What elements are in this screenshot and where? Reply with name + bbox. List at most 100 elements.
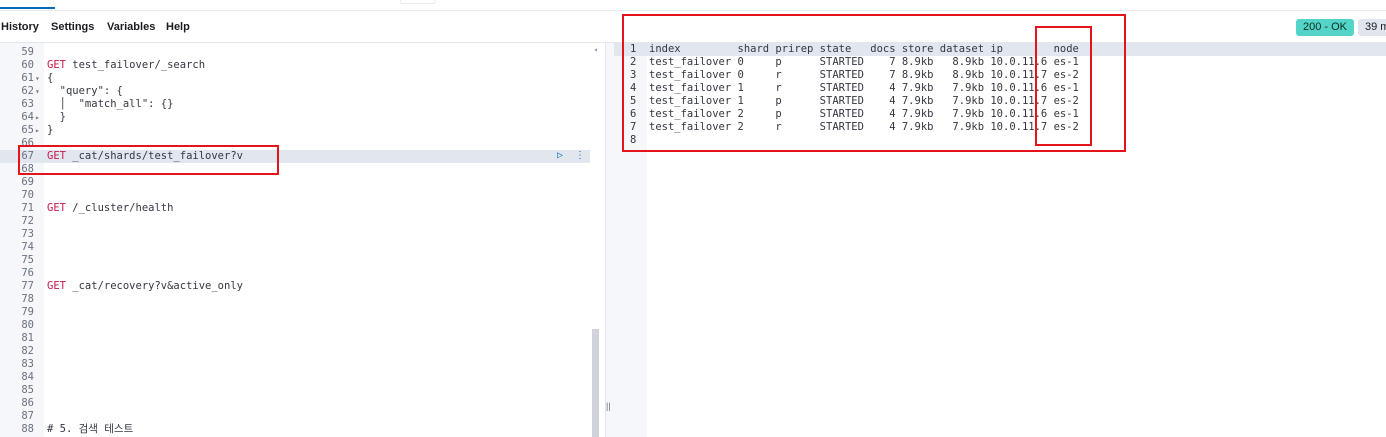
response-line[interactable]: 1 index shard prirep state docs store dat…	[614, 43, 1386, 56]
line-number: 2	[630, 56, 637, 68]
status-badge: 200 - OK	[1296, 19, 1355, 36]
code-content: _cat/recovery?v&active_only	[65, 280, 243, 292]
line-number: 59	[21, 46, 34, 58]
response-line[interactable]: 4 test_failover 1 r STARTED 4 7.9kb 7.9kb…	[614, 82, 1386, 95]
request-line[interactable]: 87	[0, 410, 590, 423]
menu-history[interactable]: History	[1, 21, 39, 33]
line-number: 69	[21, 176, 34, 188]
active-tab-indicator	[0, 7, 55, 9]
request-line[interactable]: 68	[0, 163, 590, 176]
code-content: # 5. 검색 테스트	[47, 423, 134, 435]
request-line[interactable]: 82	[0, 345, 590, 358]
request-line[interactable]: 63 │ "match_all": {}	[0, 98, 590, 111]
request-line[interactable]: 59	[0, 46, 590, 59]
fold-toggle-icon[interactable]: ▸	[35, 124, 40, 137]
request-line[interactable]: 67 GET _cat/shards/test_failover?v ▷ ⋮	[0, 150, 590, 163]
line-number: 79	[21, 306, 34, 318]
request-line[interactable]: 84	[0, 371, 590, 384]
line-number: 80	[21, 319, 34, 331]
menu-help[interactable]: Help	[166, 21, 190, 33]
menu-variables[interactable]: Variables	[107, 21, 155, 33]
request-scrollbar[interactable]	[592, 329, 599, 437]
line-number: 71	[21, 202, 34, 214]
request-line[interactable]: 86	[0, 397, 590, 410]
response-line[interactable]: 7 test_failover 2 r STARTED 4 7.9kb 7.9kb…	[614, 121, 1386, 134]
request-line[interactable]: 72	[0, 215, 590, 228]
line-number: 1	[630, 43, 637, 55]
request-line[interactable]: 79	[0, 306, 590, 319]
menu-settings[interactable]: Settings	[51, 21, 94, 33]
line-number: 85	[21, 384, 34, 396]
request-line[interactable]: 74	[0, 241, 590, 254]
request-line[interactable]: 88 # 5. 검색 테스트	[0, 423, 590, 436]
request-line[interactable]: 69	[0, 176, 590, 189]
request-line[interactable]: 62 ▾ "query": {	[0, 85, 590, 98]
response-text: test_failover 0 p STARTED 7 8.9kb 8.9kb …	[649, 56, 1079, 68]
line-number: 75	[21, 254, 34, 266]
tab-stub	[400, 0, 436, 4]
request-line[interactable]: 75	[0, 254, 590, 267]
request-line[interactable]: 83	[0, 358, 590, 371]
line-number: 4	[630, 82, 637, 94]
line-number: 65	[21, 124, 34, 136]
request-line[interactable]: 71 GET /_cluster/health	[0, 202, 590, 215]
request-line[interactable]: 65 ▸}	[0, 124, 590, 137]
fold-toggle-icon[interactable]: ▸	[35, 111, 40, 124]
request-line[interactable]: 81	[0, 332, 590, 345]
console-menubar: History Settings Variables Help	[0, 12, 1386, 43]
line-number: 82	[21, 345, 34, 357]
response-line[interactable]: 2 test_failover 0 p STARTED 7 8.9kb 8.9kb…	[614, 56, 1386, 69]
code-text: │ "match_all": {}	[47, 98, 174, 111]
line-number: 6	[630, 108, 637, 120]
request-actions-icon[interactable]: ⋮	[575, 150, 585, 162]
request-line[interactable]: 77 GET _cat/recovery?v&active_only	[0, 280, 590, 293]
request-line[interactable]: 61 ▾ {	[0, 72, 590, 85]
response-text: test_failover 0 r STARTED 7 8.9kb 8.9kb …	[649, 69, 1079, 81]
request-line[interactable]: 60 GET test_failover/_search	[0, 59, 590, 72]
code-text: {	[47, 72, 53, 85]
code-text: }	[47, 111, 66, 124]
request-line[interactable]: 85	[0, 384, 590, 397]
code-content: }	[47, 111, 66, 123]
collapse-arrow-icon[interactable]: ◂	[593, 45, 598, 54]
http-method: GET	[47, 59, 66, 71]
run-request-icon[interactable]: ▷	[557, 150, 567, 162]
response-line[interactable]: 5 test_failover 1 p STARTED 4 7.9kb 7.9kb…	[614, 95, 1386, 108]
request-line[interactable]: 64 ▸ }	[0, 111, 590, 124]
response-text: test_failover 2 p STARTED 4 7.9kb 7.9kb …	[649, 108, 1079, 120]
line-number: 88	[21, 423, 34, 435]
line-number: 7	[630, 121, 637, 133]
request-line[interactable]: 76	[0, 267, 590, 280]
request-line[interactable]: 73	[0, 228, 590, 241]
code-content: _cat/shards/test_failover?v	[65, 150, 243, 162]
line-number: 81	[21, 332, 34, 344]
response-line[interactable]: 8	[614, 134, 1386, 147]
line-number: 5	[630, 95, 637, 107]
response-line[interactable]: 6 test_failover 2 p STARTED 4 7.9kb 7.9kb…	[614, 108, 1386, 121]
code-text: GET _cat/recovery?v&active_only	[47, 280, 243, 293]
request-editor[interactable]: 59 60 GET test_failover/_search 61 ▾ {62 ▾ "qu…	[0, 43, 605, 437]
request-line[interactable]: 78	[0, 293, 590, 306]
request-line[interactable]: 70	[0, 189, 590, 202]
code-content: /_cluster/health	[65, 202, 174, 214]
fold-toggle-icon[interactable]: ▾	[35, 72, 40, 85]
http-method: GET	[47, 202, 66, 214]
line-number: 87	[21, 410, 34, 422]
code-content: test_failover/_search	[65, 59, 206, 71]
line-number: 73	[21, 228, 34, 240]
line-number: 3	[630, 69, 637, 81]
line-number: 70	[21, 189, 34, 201]
line-number: 60	[21, 59, 34, 71]
response-editor[interactable]: 1 index shard prirep state docs store dat…	[614, 43, 1386, 437]
code-text: GET test_failover/_search	[47, 59, 205, 72]
line-number: 8	[630, 134, 637, 146]
request-line[interactable]: 80	[0, 319, 590, 332]
splitter-handle-icon[interactable]: ||	[606, 401, 611, 411]
request-line[interactable]: 66	[0, 137, 590, 150]
line-number: 72	[21, 215, 34, 227]
line-number: 84	[21, 371, 34, 383]
response-line[interactable]: 3 test_failover 0 r STARTED 7 8.9kb 8.9kb…	[614, 69, 1386, 82]
fold-toggle-icon[interactable]: ▾	[35, 85, 40, 98]
response-text: test_failover 2 r STARTED 4 7.9kb 7.9kb …	[649, 121, 1079, 133]
line-number: 74	[21, 241, 34, 253]
